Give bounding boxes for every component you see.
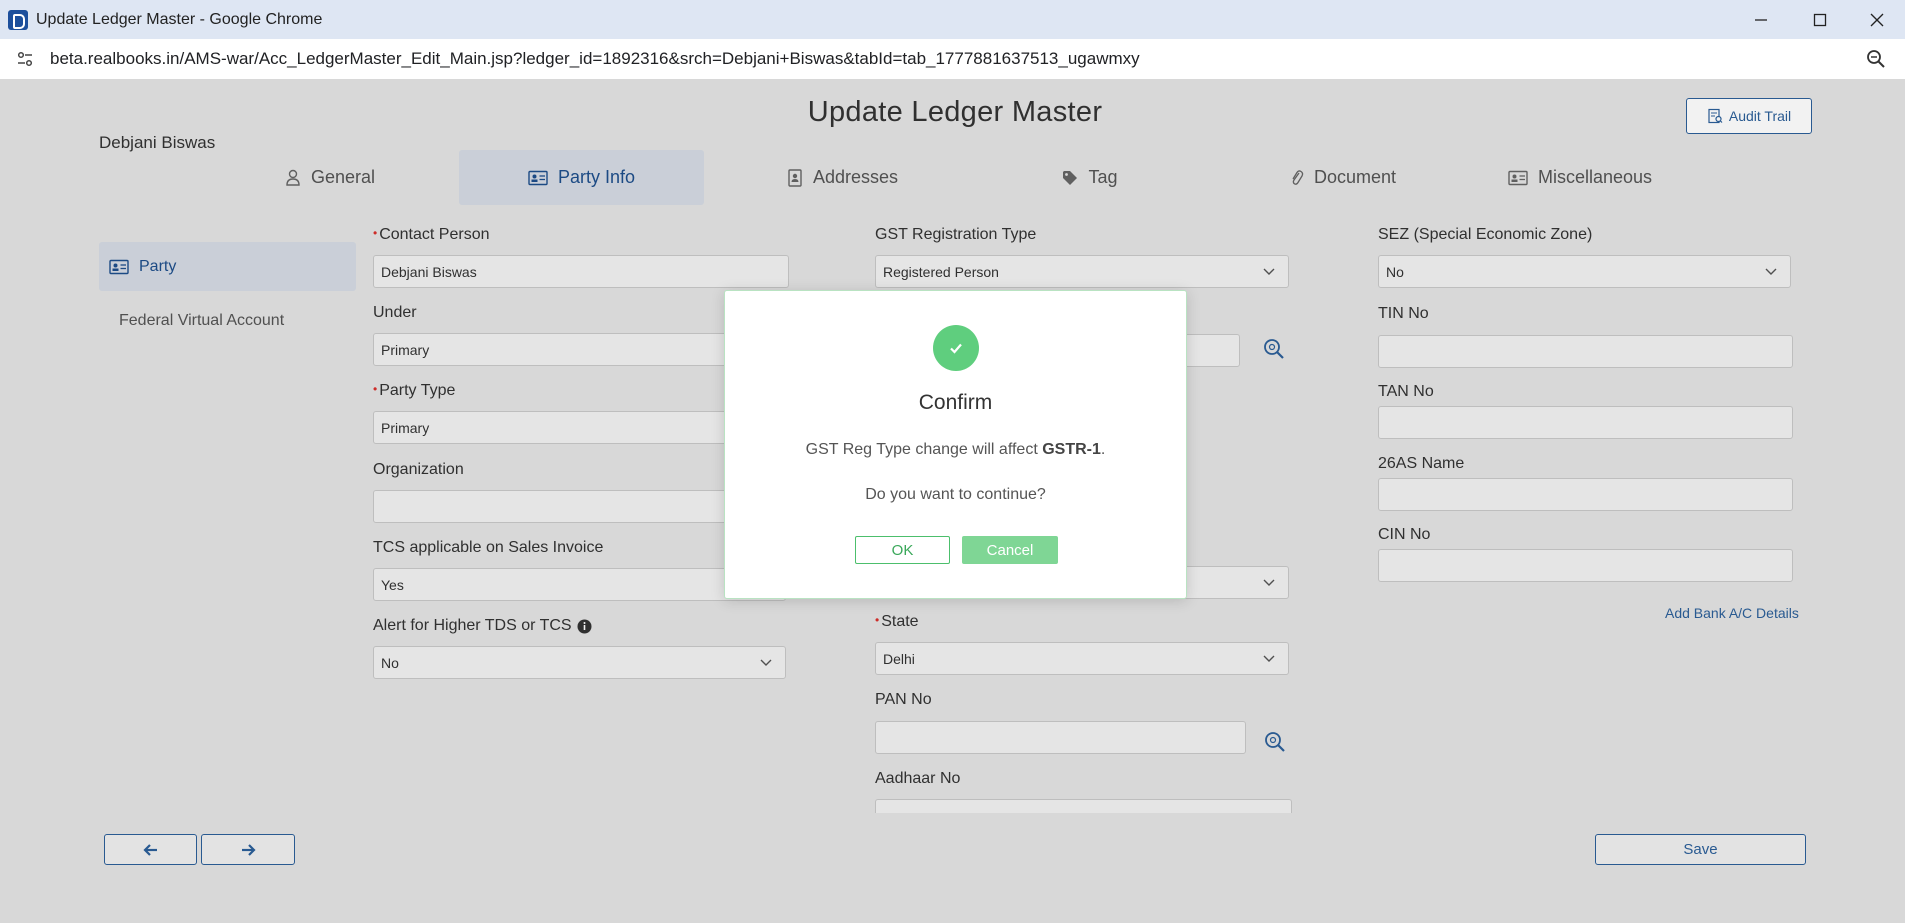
tune-icon bbox=[17, 51, 33, 67]
confirm-dialog: Confirm GST Reg Type change will affect … bbox=[724, 290, 1187, 599]
dialog-title: Confirm bbox=[918, 391, 993, 414]
site-info-button[interactable] bbox=[13, 47, 37, 71]
minimize-icon bbox=[1755, 18, 1767, 21]
dialog-message: GST Reg Type change will affect GSTR-1. bbox=[805, 441, 1106, 458]
window-titlebar: Update Ledger Master - Google Chrome bbox=[0, 0, 1905, 39]
maximize-button[interactable] bbox=[1792, 0, 1848, 39]
dialog-message-highlight: GSTR-1 bbox=[1042, 441, 1101, 458]
ok-button[interactable]: OK bbox=[855, 536, 950, 564]
url-text[interactable]: beta.realbooks.in/AMS-war/Acc_LedgerMast… bbox=[50, 49, 1140, 69]
close-window-button[interactable] bbox=[1849, 0, 1905, 39]
dialog-question: Do you want to continue? bbox=[865, 486, 1046, 503]
app-logo-icon bbox=[8, 9, 28, 30]
success-check-icon bbox=[933, 325, 979, 371]
zoom-button[interactable] bbox=[1865, 48, 1887, 74]
address-bar[interactable]: beta.realbooks.in/AMS-war/Acc_LedgerMast… bbox=[0, 39, 1905, 80]
cancel-button[interactable]: Cancel bbox=[962, 536, 1058, 564]
window-title: Update Ledger Master - Google Chrome bbox=[36, 10, 323, 28]
minimize-button[interactable] bbox=[1733, 0, 1789, 39]
maximize-icon bbox=[1813, 13, 1827, 26]
close-icon bbox=[1870, 13, 1884, 26]
zoom-icon bbox=[1867, 50, 1885, 68]
